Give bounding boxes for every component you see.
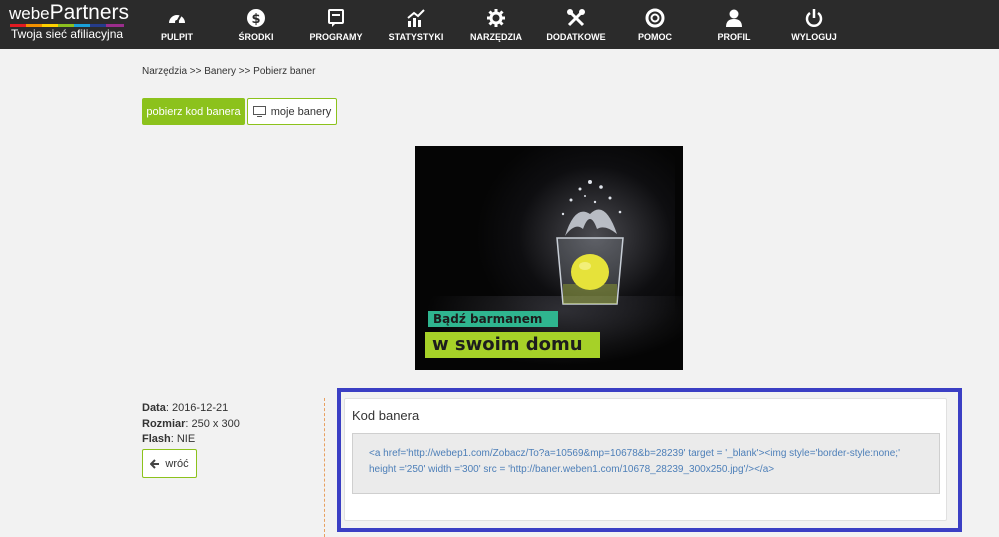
nav-item-profil[interactable]: PROFIL bbox=[689, 0, 779, 49]
logo[interactable]: webePartners Twoja sieć afiliacyjna bbox=[9, 1, 130, 47]
nav-label: DODATKOWE bbox=[546, 32, 606, 42]
monitor-icon bbox=[252, 106, 266, 117]
meta-size: Rozmiar: 250 x 300 bbox=[142, 417, 240, 430]
my-banners-label: moje banery bbox=[270, 105, 332, 118]
banner-headline-2: w swoim domu bbox=[425, 332, 600, 358]
user-icon bbox=[726, 9, 742, 27]
nav-item-programy[interactable]: PROGRAMY bbox=[291, 0, 381, 49]
nav-item-pomoc[interactable]: POMOC bbox=[610, 0, 700, 49]
logo-wordmark: webePartners bbox=[9, 1, 130, 24]
programs-icon bbox=[328, 9, 344, 27]
nav-label: WYLOGUJ bbox=[791, 32, 837, 42]
nav-label: STATYSTYKI bbox=[388, 32, 444, 42]
top-navbar: webePartners Twoja sieć afiliacyjna PULP… bbox=[0, 0, 999, 49]
dashboard-icon bbox=[169, 14, 185, 24]
dollar-icon: $ bbox=[247, 9, 265, 27]
nav-label: PROFIL bbox=[717, 32, 751, 42]
chart-icon bbox=[407, 9, 425, 27]
banner-headline-1: Bądź barmanem bbox=[428, 311, 558, 327]
my-banners-button[interactable]: moje banery bbox=[247, 98, 337, 125]
banner-code-textarea[interactable]: <a href='http://webep1.com/Zobacz/To?a=1… bbox=[352, 433, 940, 494]
power-icon bbox=[805, 9, 823, 27]
nav-label: NARZĘDZIA bbox=[470, 32, 522, 42]
back-button[interactable]: wróć bbox=[142, 449, 197, 478]
meta-date: Data: 2016-12-21 bbox=[142, 402, 229, 414]
nav-item-dodatkowe[interactable]: DODATKOWE bbox=[531, 0, 621, 49]
banner-code-panel: Kod banera <a href='http://webep1.com/Zo… bbox=[344, 398, 947, 521]
logo-tagline: Twoja sieć afiliacyjna bbox=[11, 27, 124, 41]
glass-splash-illustration bbox=[556, 180, 624, 305]
nav-item-wyloguj[interactable]: WYLOGUJ bbox=[769, 0, 859, 49]
nav-item-srodki[interactable]: $ ŚRODKI bbox=[211, 0, 301, 49]
column-divider bbox=[324, 398, 325, 537]
panel-title: Kod banera bbox=[352, 408, 420, 423]
nav-item-narzedzia[interactable]: NARZĘDZIA bbox=[451, 0, 541, 49]
nav-label: POMOC bbox=[637, 32, 672, 42]
back-label: wróć bbox=[165, 457, 189, 470]
meta-flash: Flash: NIE bbox=[142, 433, 196, 445]
nav-item-pulpit[interactable]: PULPIT bbox=[132, 0, 222, 49]
get-banner-code-button[interactable]: pobierz kod banera bbox=[142, 98, 245, 125]
arrow-left-icon bbox=[150, 458, 160, 469]
gear-icon bbox=[487, 9, 505, 27]
banner-meta: Data: 2016-12-21 Rozmiar: 250 x 300 Flas… bbox=[142, 401, 240, 448]
banner-preview-image: Bądź barmanem w swoim domu bbox=[415, 146, 683, 370]
lifebuoy-icon bbox=[645, 8, 665, 28]
svg-text:$: $ bbox=[251, 12, 260, 27]
nav-label: PULPIT bbox=[160, 32, 193, 42]
wrench-icon bbox=[567, 9, 585, 27]
nav-item-statystyki[interactable]: STATYSTYKI bbox=[371, 0, 461, 49]
nav-label: PROGRAMY bbox=[309, 32, 363, 42]
breadcrumb: Narzędzia >> Banery >> Pobierz baner bbox=[142, 66, 316, 77]
nav-label: ŚRODKI bbox=[238, 32, 274, 42]
